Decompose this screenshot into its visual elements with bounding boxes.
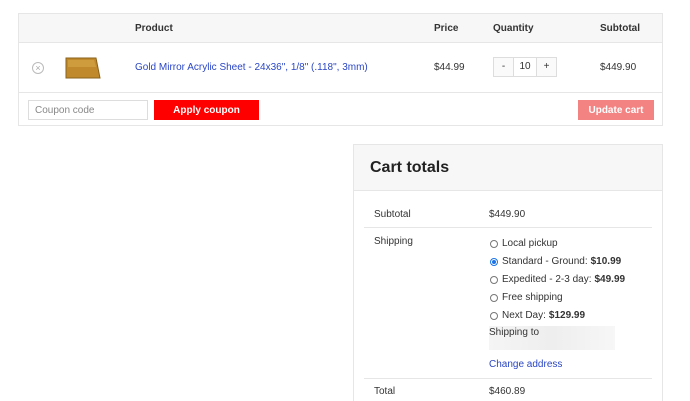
apply-coupon-button[interactable]: Apply coupon xyxy=(154,100,259,120)
header-product: Product xyxy=(135,23,173,34)
radio-button[interactable] xyxy=(490,293,498,302)
cart-actions: Apply coupon Update cart xyxy=(19,93,662,126)
cart-table: Product Price Quantity Subtotal × Gold M… xyxy=(18,13,663,126)
shipping-option-standard[interactable]: Standard - Ground: $10.99 xyxy=(490,256,621,267)
shipping-option-price: $10.99 xyxy=(590,256,622,267)
quantity-decrement-button[interactable]: - xyxy=(494,58,514,76)
cart-totals-panel: Cart totals Subtotal $449.90 Shipping Lo… xyxy=(353,144,663,401)
shipping-option-label: Standard - Ground: xyxy=(502,256,588,267)
quantity-increment-button[interactable]: + xyxy=(536,58,556,76)
quantity-stepper[interactable]: - 10 + xyxy=(493,57,557,77)
shipping-option-label: Next Day: xyxy=(502,310,546,321)
radio-button[interactable] xyxy=(490,311,498,320)
item-price: $44.99 xyxy=(434,62,465,73)
product-thumbnail[interactable] xyxy=(65,57,101,79)
quantity-input[interactable]: 10 xyxy=(514,58,536,76)
coupon-code-input[interactable] xyxy=(28,100,148,120)
subtotal-label: Subtotal xyxy=(374,209,411,220)
change-address-link[interactable]: Change address xyxy=(489,359,562,370)
radio-button[interactable] xyxy=(490,239,498,248)
item-subtotal: $449.90 xyxy=(600,62,637,73)
subtotal-value: $449.90 xyxy=(489,209,526,220)
shipping-option-free[interactable]: Free shipping xyxy=(490,292,563,303)
radio-button-selected[interactable] xyxy=(490,257,498,266)
total-label: Total xyxy=(374,386,396,397)
row-divider xyxy=(364,378,652,379)
remove-item-icon[interactable]: × xyxy=(32,62,44,74)
cart-totals-title: Cart totals xyxy=(370,159,450,176)
total-value: $460.89 xyxy=(489,386,526,397)
shipping-option-price: $49.99 xyxy=(594,274,626,285)
shipping-option-next-day[interactable]: Next Day: $129.99 xyxy=(490,310,585,321)
shipping-option-label: Free shipping xyxy=(502,292,563,303)
cart-totals-header: Cart totals xyxy=(354,145,662,191)
shipping-to-label: Shipping to xyxy=(489,327,540,338)
table-row: × Gold Mirror Acrylic Sheet - 24x36", 1/… xyxy=(19,43,662,93)
radio-button[interactable] xyxy=(490,275,498,284)
header-quantity: Quantity xyxy=(493,23,534,34)
update-cart-button[interactable]: Update cart xyxy=(578,100,654,120)
shipping-option-label: Expedited - 2-3 day: xyxy=(502,274,592,285)
cart-table-header: Product Price Quantity Subtotal xyxy=(19,14,662,43)
product-name-link[interactable]: Gold Mirror Acrylic Sheet - 24x36", 1/8"… xyxy=(135,62,368,73)
row-divider xyxy=(364,227,652,228)
shipping-option-label: Local pickup xyxy=(502,238,558,249)
shipping-option-expedited[interactable]: Expedited - 2-3 day: $49.99 xyxy=(490,274,625,285)
header-price: Price xyxy=(434,23,459,34)
shipping-option-price: $129.99 xyxy=(548,310,586,321)
shipping-label: Shipping xyxy=(374,236,413,247)
header-subtotal: Subtotal xyxy=(600,23,640,34)
shipping-option-local-pickup[interactable]: Local pickup xyxy=(490,238,558,249)
